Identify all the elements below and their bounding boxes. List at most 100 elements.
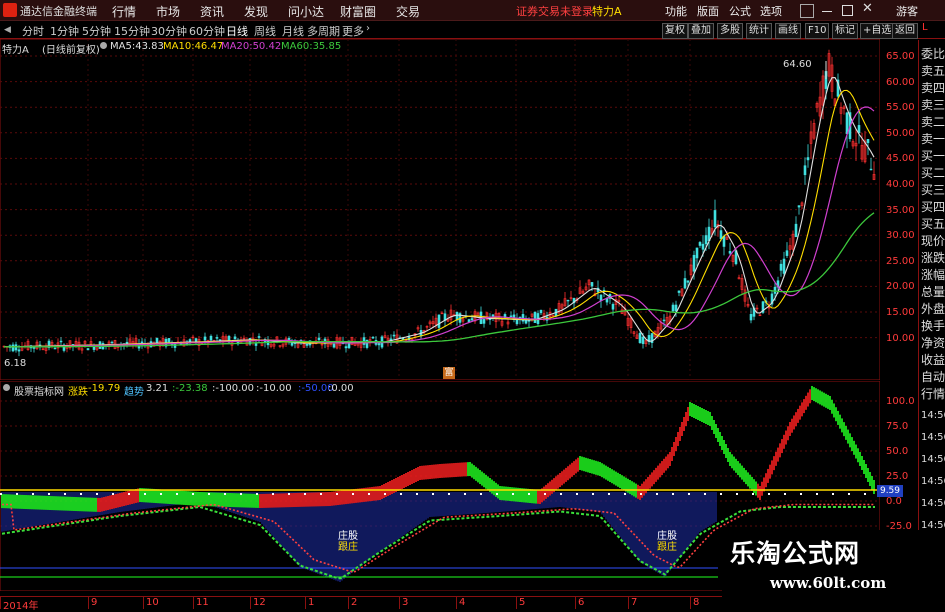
candle-body	[11, 344, 15, 352]
date-tick: 1	[308, 597, 315, 608]
candle-body	[59, 340, 63, 343]
indicator-name[interactable]: 股票指标网	[14, 383, 64, 398]
menu-jiaoyi[interactable]: 交易	[396, 3, 420, 20]
date-tick: 11	[196, 597, 209, 608]
price-tick: 50.00	[886, 127, 915, 139]
indicator-tick: 25.0	[886, 471, 909, 482]
close-icon[interactable]: ✕	[862, 1, 873, 16]
tool-fanhui[interactable]: 返回	[892, 23, 918, 39]
settings-dot-icon[interactable]	[100, 42, 107, 49]
price-tick: 40.00	[886, 179, 915, 190]
candle-body	[86, 348, 90, 351]
current-value-tag: 9.59	[877, 485, 903, 497]
guest-user[interactable]: 游客	[896, 3, 918, 19]
candle-body	[701, 243, 705, 250]
tool-huaxian[interactable]: 画线	[775, 23, 801, 39]
candle-body	[638, 332, 642, 344]
window-option-icon[interactable]	[800, 4, 814, 18]
menu-gongneng[interactable]: 功能	[665, 3, 687, 19]
date-tick: 9	[91, 597, 98, 608]
signal-label-2b: 跟庄	[657, 542, 677, 553]
candle-body	[686, 280, 690, 283]
candle-body	[611, 304, 615, 310]
tool-duogu[interactable]: 多股	[717, 23, 743, 39]
indicator-settings-icon[interactable]	[3, 384, 10, 391]
candle-body	[509, 315, 513, 317]
candle-body	[671, 304, 675, 312]
period-5min[interactable]: 5分钟	[82, 23, 111, 39]
menu-wenxiaoda[interactable]: 问小达	[288, 3, 324, 20]
candle-body	[290, 342, 294, 346]
candle-body	[392, 334, 396, 337]
tool-diejia[interactable]: 叠加	[688, 23, 714, 39]
low-price-label: 6.18	[4, 358, 27, 369]
candle-body	[377, 343, 381, 346]
date-tick-mark	[456, 597, 457, 609]
event-marker[interactable]: 富	[443, 367, 455, 379]
menu-caifuquan[interactable]: 财富圈	[340, 3, 376, 20]
date-tick-mark	[690, 597, 691, 609]
quote-field: 买二	[921, 166, 945, 180]
date-tick-mark	[88, 597, 89, 609]
ma20-line	[4, 106, 875, 348]
period-30min[interactable]: 30分钟	[151, 23, 187, 39]
candle-body	[605, 298, 609, 303]
candle-body	[590, 282, 594, 287]
date-tick: 7	[631, 597, 638, 608]
candle-body	[317, 337, 321, 341]
collapse-arrow-icon[interactable]: ◀	[4, 25, 11, 35]
period-weekly[interactable]: 周线	[254, 23, 276, 39]
watermark-title: 乐淘公式网	[730, 539, 861, 568]
maximize-icon[interactable]	[842, 5, 853, 16]
candle-body	[482, 319, 486, 324]
period-fenshi[interactable]: 分时	[22, 23, 44, 39]
period-more[interactable]: 更多	[342, 23, 364, 39]
tick-time: 14:56	[921, 498, 945, 509]
candle-body	[713, 210, 717, 228]
menu-hangqing[interactable]: 行情	[112, 3, 136, 20]
period-15min[interactable]: 15分钟	[114, 23, 150, 39]
candle-body	[599, 294, 603, 301]
kline-panel[interactable]: 特力A (日线前复权) MA5:43.83 MA10:46.47 MA20:50…	[0, 38, 915, 381]
candle-body	[344, 346, 348, 349]
more-chevron-icon[interactable]: ›	[366, 23, 370, 34]
tool-fuquan[interactable]: 复权	[662, 23, 688, 39]
quote-field: 卖四	[921, 81, 945, 95]
tool-tongji[interactable]: 统计	[746, 23, 772, 39]
period-daily[interactable]: 日线	[226, 23, 248, 39]
candle-body	[803, 165, 807, 176]
candle-body	[566, 299, 570, 302]
indicator-tick: 75.0	[886, 421, 909, 432]
candle-body	[167, 338, 171, 343]
period-monthly[interactable]: 月线	[282, 23, 304, 39]
app-logo-icon	[3, 3, 17, 17]
candle-body	[677, 290, 681, 293]
period-multi[interactable]: 多周期	[307, 23, 340, 39]
date-tick-mark	[0, 597, 1, 609]
watermark-url: www.60lt.com	[770, 574, 887, 592]
menu-shichang[interactable]: 市场	[156, 3, 180, 20]
kline-chart	[0, 38, 881, 381]
candle-body	[719, 230, 723, 239]
period-1min[interactable]: 1分钟	[50, 23, 79, 39]
signal-label-1a: 庄股	[338, 531, 358, 542]
qs-label: 趋势	[124, 387, 144, 398]
tool-biaoji[interactable]: 标记	[832, 23, 858, 39]
ma60-label: MA60:	[281, 41, 313, 52]
minimize-icon[interactable]	[822, 11, 832, 12]
quote-field: 买五	[921, 217, 945, 231]
menu-faxian[interactable]: 发现	[244, 3, 268, 20]
candle-body	[470, 318, 474, 321]
period-60min[interactable]: 60分钟	[189, 23, 225, 39]
tick-time: 14:56	[921, 476, 945, 487]
quote-field: 行情	[921, 387, 945, 401]
menu-xuanxiang[interactable]: 选项	[760, 3, 782, 19]
menu-banmian[interactable]: 版面	[697, 3, 719, 19]
menu-zixun[interactable]: 资讯	[200, 3, 224, 20]
menu-gongshi[interactable]: 公式	[729, 3, 751, 19]
candle-body	[641, 336, 645, 344]
login-status[interactable]: 证券交易未登录	[516, 3, 593, 19]
tool-zixuan[interactable]: +自选	[860, 23, 895, 39]
tool-f10[interactable]: F10	[805, 23, 830, 39]
quote-field: 卖五	[921, 64, 945, 78]
